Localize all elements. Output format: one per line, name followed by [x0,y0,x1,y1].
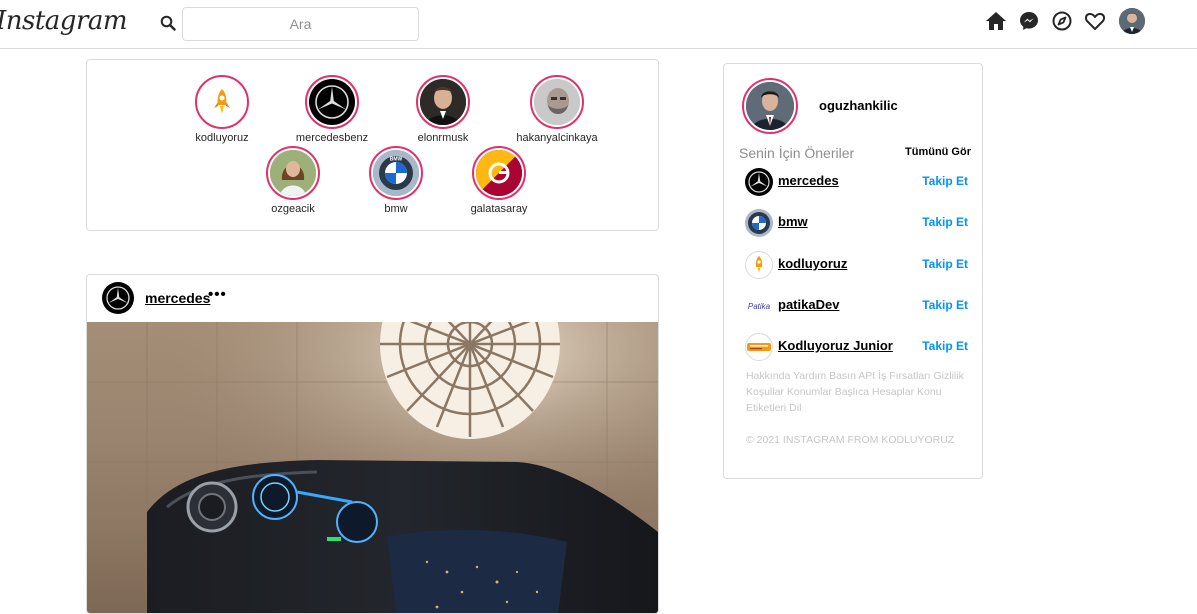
user-portrait-photo [746,82,794,130]
story-item-galatasaray[interactable]: galatasaray [449,146,549,215]
suggestion-username[interactable]: mercedes [778,173,839,188]
suggestion-username[interactable]: Kodluyoruz Junior [778,338,893,353]
messenger-icon[interactable] [1017,9,1041,33]
heart-icon[interactable] [1083,9,1107,33]
story-item-mercedesbenz[interactable]: mercedesbenz [282,75,382,144]
top-navigation-bar: Instagram [0,0,1197,49]
home-icon[interactable] [984,9,1008,33]
mercedes-star-icon [309,79,355,125]
post-header: mercedes ••• [87,275,658,322]
post-author-username[interactable]: mercedes [145,290,210,306]
story-ring [530,75,584,129]
footer-links[interactable]: Hakkında Yardım Basın API İş Fırsatları … [746,368,971,416]
search-icon [160,15,176,31]
mercedes-star-icon[interactable] [745,168,773,196]
patika-logo-text: Patika [747,301,771,311]
follow-button[interactable]: Takip Et [922,215,968,229]
galatasaray-logo-icon [476,150,522,196]
feed-post: mercedes ••• [86,274,659,614]
story-ring [305,75,359,129]
story-item-elonrmusk[interactable]: elonrmusk [393,75,493,144]
story-item-kodluyoruz[interactable]: kodluyoruz [172,75,272,144]
story-username: elonrmusk [417,132,469,144]
follow-button[interactable]: Takip Et [922,298,968,312]
story-item-hakanyalcinkaya[interactable]: hakanyalcinkaya [507,75,607,144]
suggestion-username[interactable]: bmw [778,214,808,229]
story-username: hakanyalcinkaya [516,132,598,144]
portrait-photo [420,79,466,125]
bmw-logo-icon[interactable] [745,209,773,237]
suggestion-item: bmw Takip Et [745,208,969,238]
story-username: ozgeacik [271,203,315,215]
follow-button[interactable]: Takip Et [922,257,968,271]
more-options-icon[interactable]: ••• [208,286,227,303]
stories-panel: kodluyoruz mercedesbenz elonrmusk hakany… [86,59,659,231]
story-item-bmw[interactable]: BMW bmw [346,146,446,215]
profile-avatar[interactable] [1119,8,1145,34]
kodluyoruz-rocket-icon[interactable] [745,251,773,279]
patika-logo-icon[interactable]: Patika [745,292,773,320]
story-ring: BMW [369,146,423,200]
story-ring [472,146,526,200]
suggestion-username[interactable]: patikaDev [778,297,839,312]
instagram-logo[interactable]: Instagram [0,6,128,36]
current-user-avatar[interactable] [742,78,798,134]
story-ring [266,146,320,200]
follow-button[interactable]: Takip Et [922,174,968,188]
search-input[interactable] [182,7,419,41]
suggestions-sidebar: oguzhankilic Senin İçin Öneriler Tümünü … [723,63,983,479]
post-image[interactable] [87,322,658,613]
suggestion-item: Patika patikaDev Takip Et [745,291,969,321]
suggestion-item: mercedes Takip Et [745,167,969,197]
svg-text:BMW: BMW [390,157,403,163]
story-username: mercedesbenz [295,132,369,144]
story-ring [195,75,249,129]
bmw-logo-icon: BMW [373,150,419,196]
post-author-avatar[interactable] [102,282,134,314]
kodluyoruz-junior-logo-icon[interactable] [745,333,773,361]
copyright-text: © 2021 INSTAGRAM FROM KODLUYORUZ [746,434,955,446]
story-item-ozgeacik[interactable]: ozgeacik [243,146,343,215]
story-ring [416,75,470,129]
current-username[interactable]: oguzhankilic [819,98,898,113]
suggestion-item: Kodluyoruz Junior Takip Et [745,332,969,362]
kodluyoruz-rocket-icon [199,79,245,125]
explore-icon[interactable] [1050,9,1074,33]
suggestion-username[interactable]: kodluyoruz [778,256,847,271]
story-username: bmw [384,203,408,215]
see-all-link[interactable]: Tümünü Gör [905,146,971,158]
portrait-photo [534,79,580,125]
story-username: kodluyoruz [195,132,249,144]
suggestions-title: Senin İçin Öneriler [739,145,855,161]
suggestion-item: kodluyoruz Takip Et [745,250,969,280]
portrait-photo [270,150,316,196]
follow-button[interactable]: Takip Et [922,339,968,353]
story-username: galatasaray [470,203,528,215]
